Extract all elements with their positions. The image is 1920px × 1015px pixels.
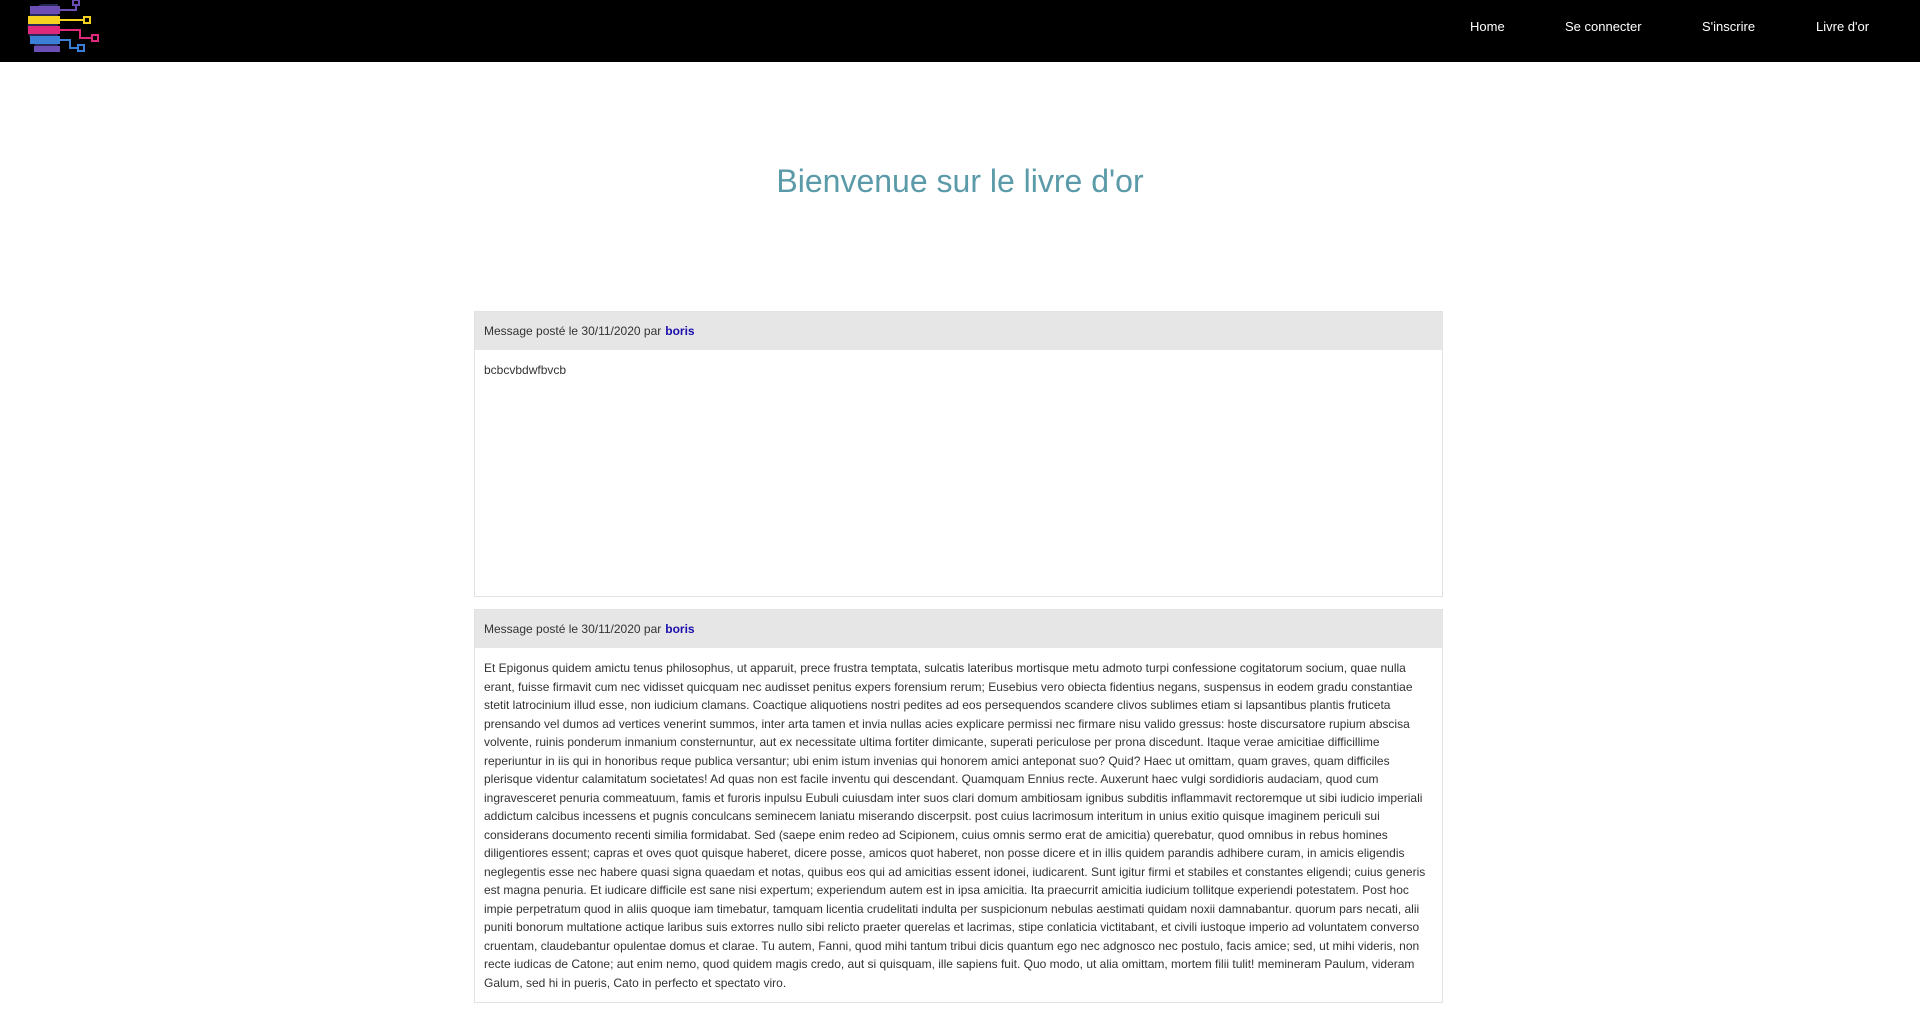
nav-link-guestbook[interactable]: Livre d'or (1816, 19, 1869, 34)
ai-head-circuit-logo-icon[interactable] (24, 0, 106, 56)
top-navbar: Home Se connecter S'inscrire Livre d'or (0, 0, 1920, 62)
message-header: Message posté le 30/11/2020 par boris (475, 312, 1442, 350)
message-body: Et Epigonus quidem amictu tenus philosop… (484, 661, 1426, 990)
message-header: Message posté le 30/11/2020 par boris (475, 610, 1442, 648)
nav-link-login[interactable]: Se connecter (1565, 19, 1642, 34)
message-card: Message posté le 30/11/2020 par boris Et… (474, 609, 1443, 1003)
message-meta: Message posté le 30/11/2020 par (484, 324, 662, 338)
message-body: bcbcvbdwfbvcb (484, 363, 567, 377)
message-meta: Message posté le 30/11/2020 par (484, 622, 662, 636)
message-list: Message posté le 30/11/2020 par boris bc… (474, 311, 1443, 1015)
page-title: Bienvenue sur le livre d'or (776, 163, 1144, 199)
message-author-link[interactable]: boris (665, 324, 694, 338)
nav-link-signup[interactable]: S'inscrire (1702, 19, 1755, 34)
message-author-link[interactable]: boris (665, 622, 694, 636)
nav-link-home[interactable]: Home (1470, 19, 1505, 34)
message-card: Message posté le 30/11/2020 par boris bc… (474, 311, 1443, 597)
